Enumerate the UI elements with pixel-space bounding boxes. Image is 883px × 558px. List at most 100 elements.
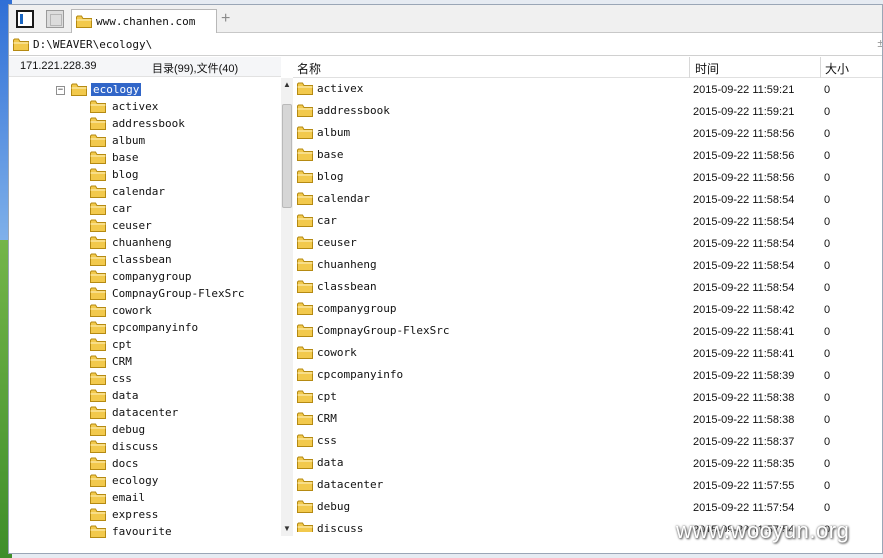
table-row[interactable]: ceuser 2015-09-22 11:58:54 0 — [293, 233, 882, 255]
tree-item[interactable]: discuss — [90, 438, 160, 455]
address-bar[interactable]: D:\WEAVER\ecology\ ± — [9, 34, 882, 56]
scroll-down-icon[interactable]: ▼ — [283, 525, 291, 533]
table-row[interactable]: car 2015-09-22 11:58:54 0 — [293, 211, 882, 233]
tree-item[interactable]: email — [90, 489, 147, 506]
file-size: 0 — [824, 370, 831, 382]
table-row[interactable]: chuanheng 2015-09-22 11:58:54 0 — [293, 255, 882, 277]
folder-icon — [90, 372, 106, 385]
table-row[interactable]: debug 2015-09-22 11:57:54 0 — [293, 497, 882, 519]
folder-icon — [297, 126, 313, 139]
table-row[interactable]: blog 2015-09-22 11:58:56 0 — [293, 167, 882, 189]
file-name: css — [317, 434, 337, 447]
column-header-size[interactable]: 大小 — [825, 60, 849, 77]
table-row[interactable]: album 2015-09-22 11:58:56 0 — [293, 123, 882, 145]
table-row[interactable]: datacenter 2015-09-22 11:57:55 0 — [293, 475, 882, 497]
file-name-cell: debug — [297, 500, 350, 513]
table-row[interactable]: css 2015-09-22 11:58:37 0 — [293, 431, 882, 453]
file-name-cell: activex — [297, 82, 363, 95]
column-header-time[interactable]: 时间 — [695, 60, 719, 77]
table-row[interactable]: cpcompanyinfo 2015-09-22 11:58:39 0 — [293, 365, 882, 387]
table-row[interactable]: addressbook 2015-09-22 11:59:21 0 — [293, 101, 882, 123]
tree-item-label: ecology — [112, 474, 159, 487]
file-name: car — [317, 214, 337, 227]
sidebar-toggle-button[interactable] — [16, 10, 34, 28]
tree-item[interactable]: blog — [90, 166, 141, 183]
tree-item[interactable]: data — [90, 387, 141, 404]
table-row[interactable]: base 2015-09-22 11:58:56 0 — [293, 145, 882, 167]
file-size: 0 — [824, 150, 831, 162]
table-row[interactable]: CompnayGroup-FlexSrc 2015-09-22 11:58:41 0 — [293, 321, 882, 343]
tree-item[interactable]: CRM — [90, 353, 134, 370]
tree-item[interactable]: css — [90, 370, 134, 387]
file-size: 0 — [824, 502, 831, 514]
view-toggle-button[interactable] — [46, 10, 64, 28]
tree-item[interactable]: CompnayGroup-FlexSrc — [90, 285, 246, 302]
file-size: 0 — [824, 106, 831, 118]
address-go-button[interactable]: ± — [877, 36, 882, 50]
file-name: calendar — [317, 192, 370, 205]
tree-item[interactable]: cowork — [90, 302, 154, 319]
scroll-up-icon[interactable]: ▲ — [283, 81, 291, 89]
folder-icon — [297, 522, 313, 532]
tree-item[interactable]: car — [90, 200, 134, 217]
tree-item[interactable]: cpt — [90, 336, 134, 353]
tree-item[interactable]: favourite — [90, 523, 174, 540]
tree-item[interactable]: express — [90, 506, 160, 523]
tree-item[interactable]: addressbook — [90, 115, 187, 132]
tree-item[interactable]: chuanheng — [90, 234, 174, 251]
item-counts: 目录(99),文件(40) — [152, 63, 239, 75]
column-header-name[interactable]: 名称 — [297, 60, 321, 77]
folder-icon — [90, 100, 106, 113]
file-name: discuss — [317, 522, 364, 532]
tree-item[interactable]: activex — [90, 98, 160, 115]
tree-item[interactable]: companygroup — [90, 268, 193, 285]
folder-icon — [90, 185, 106, 198]
table-row[interactable]: activex 2015-09-22 11:59:21 0 — [293, 79, 882, 101]
tab-site[interactable]: www.chanhen.com — [71, 9, 217, 33]
tree-item-root[interactable]: − ecology — [9, 81, 281, 98]
folder-icon — [90, 168, 106, 181]
tree-item[interactable]: debug — [90, 421, 147, 438]
file-name-cell: data — [297, 456, 344, 469]
file-name-cell: car — [297, 214, 337, 227]
tree-item[interactable]: classbean — [90, 251, 174, 268]
folder-icon — [90, 253, 106, 266]
table-row[interactable]: cowork 2015-09-22 11:58:41 0 — [293, 343, 882, 365]
folder-icon — [90, 270, 106, 283]
tree-item-label: companygroup — [112, 270, 192, 283]
folder-icon — [90, 134, 106, 147]
tree-item[interactable]: docs — [90, 455, 141, 472]
tree-item[interactable]: cpcompanyinfo — [90, 319, 200, 336]
folder-icon — [297, 412, 313, 425]
folder-icon — [297, 258, 313, 271]
file-name-cell: addressbook — [297, 104, 390, 117]
file-name: blog — [317, 170, 344, 183]
folder-icon — [90, 389, 106, 402]
tree-item[interactable]: datacenter — [90, 404, 180, 421]
folder-icon — [297, 170, 313, 183]
new-tab-button[interactable]: + — [221, 11, 230, 27]
scroll-thumb[interactable] — [282, 104, 292, 208]
table-row[interactable]: cpt 2015-09-22 11:58:38 0 — [293, 387, 882, 409]
table-row[interactable]: companygroup 2015-09-22 11:58:42 0 — [293, 299, 882, 321]
folder-icon — [90, 406, 106, 419]
folder-icon — [297, 236, 313, 249]
folder-icon — [297, 302, 313, 315]
table-row[interactable]: classbean 2015-09-22 11:58:54 0 — [293, 277, 882, 299]
tree-item[interactable]: calendar — [90, 183, 167, 200]
file-name-cell: classbean — [297, 280, 377, 293]
collapse-icon[interactable]: − — [56, 86, 65, 95]
tree-item[interactable]: ecology — [90, 472, 160, 489]
tree-item[interactable]: ceuser — [90, 217, 154, 234]
tree-item[interactable]: base — [90, 149, 141, 166]
file-time: 2015-09-22 11:58:42 — [693, 304, 795, 316]
folder-icon — [297, 324, 313, 337]
file-name: data — [317, 456, 344, 469]
tree-scrollbar[interactable]: ▲ ▼ — [281, 78, 293, 536]
tree-item[interactable]: album — [90, 132, 147, 149]
table-row[interactable]: data 2015-09-22 11:58:35 0 — [293, 453, 882, 475]
column-divider[interactable] — [689, 57, 690, 78]
column-divider[interactable] — [820, 57, 821, 78]
table-row[interactable]: CRM 2015-09-22 11:58:38 0 — [293, 409, 882, 431]
table-row[interactable]: calendar 2015-09-22 11:58:54 0 — [293, 189, 882, 211]
